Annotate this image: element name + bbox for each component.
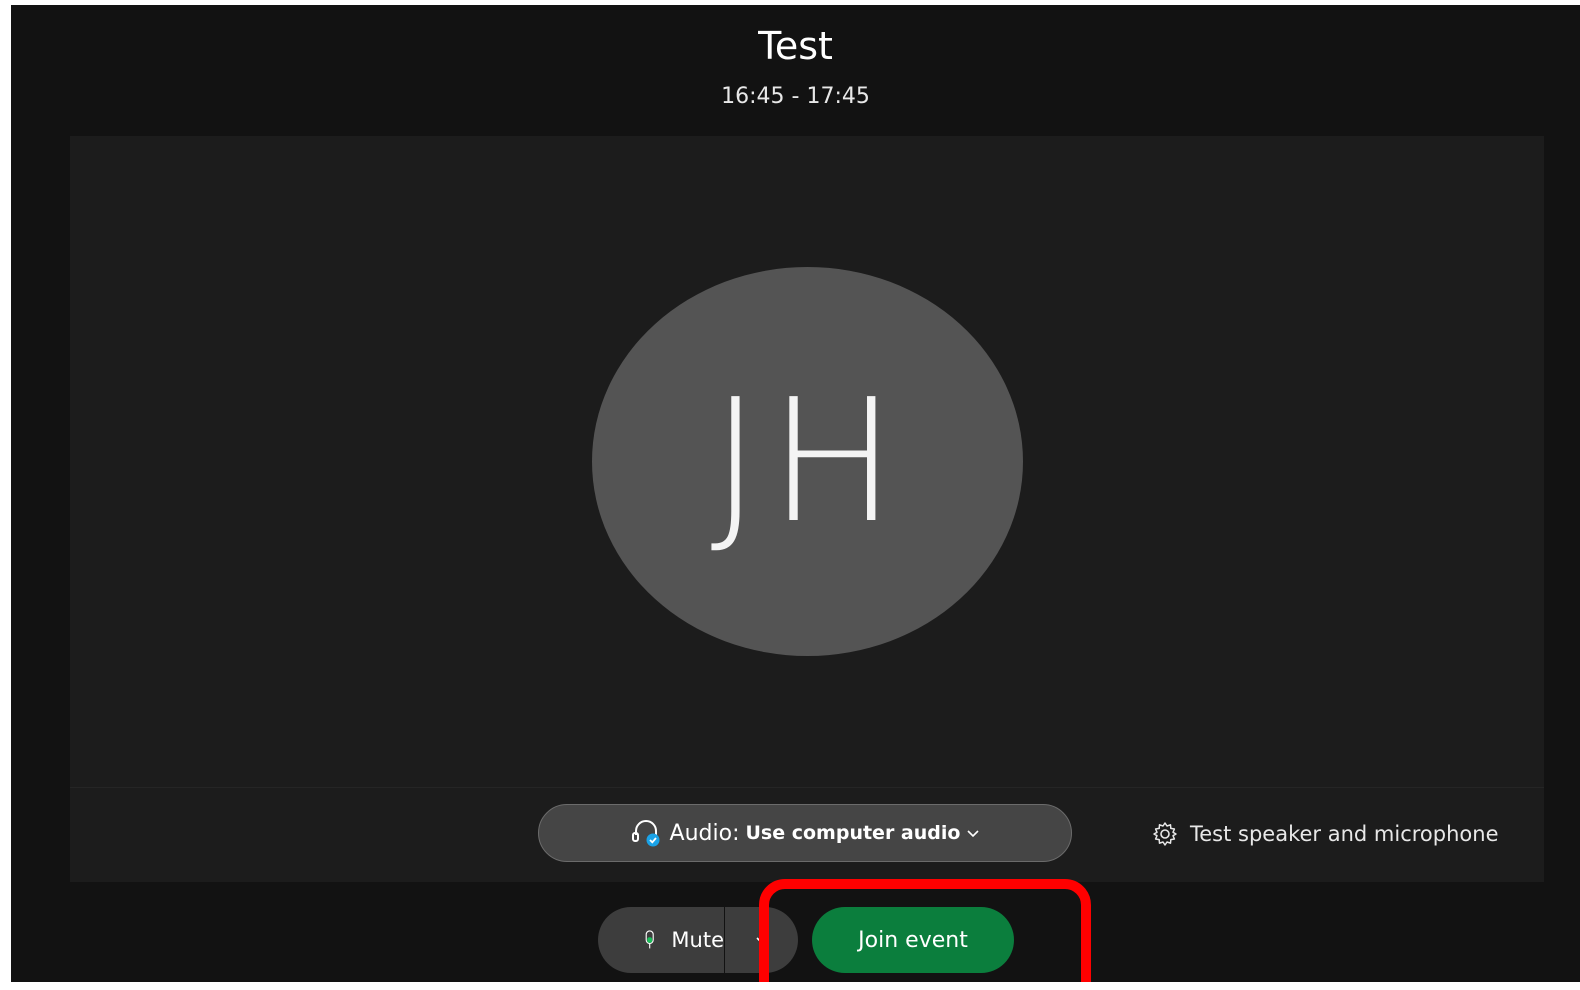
microphone-icon [645,930,654,949]
mute-label: Mute [671,928,724,952]
join-event-button[interactable]: Join event [812,907,1014,973]
video-preview-area: JH Audio: Use computer audio Test speake… [70,136,1544,882]
audio-value: Use computer audio [745,822,961,844]
meeting-preview-window: Test 16:45 - 17:45 JH Audio: Use compute… [11,5,1580,982]
mute-button[interactable]: Mute [598,907,724,973]
microphone-options-dropdown[interactable] [725,907,798,973]
avatar-initials: JH [710,362,905,561]
mute-button-group: Mute [598,907,798,973]
chevron-down-icon [967,830,980,838]
avatar: JH [592,267,1023,656]
test-speaker-microphone-link[interactable]: Test speaker and microphone [1152,818,1499,850]
audio-connection-dropdown[interactable]: Audio: Use computer audio [538,804,1072,862]
test-link-label: Test speaker and microphone [1190,822,1499,846]
audio-label: Audio: [669,820,740,846]
gear-icon [1153,822,1177,846]
headset-connected-icon [631,820,660,847]
event-title: Test [758,24,833,68]
chevron-down-icon [755,937,768,945]
event-time-range: 16:45 - 17:45 [721,84,870,109]
